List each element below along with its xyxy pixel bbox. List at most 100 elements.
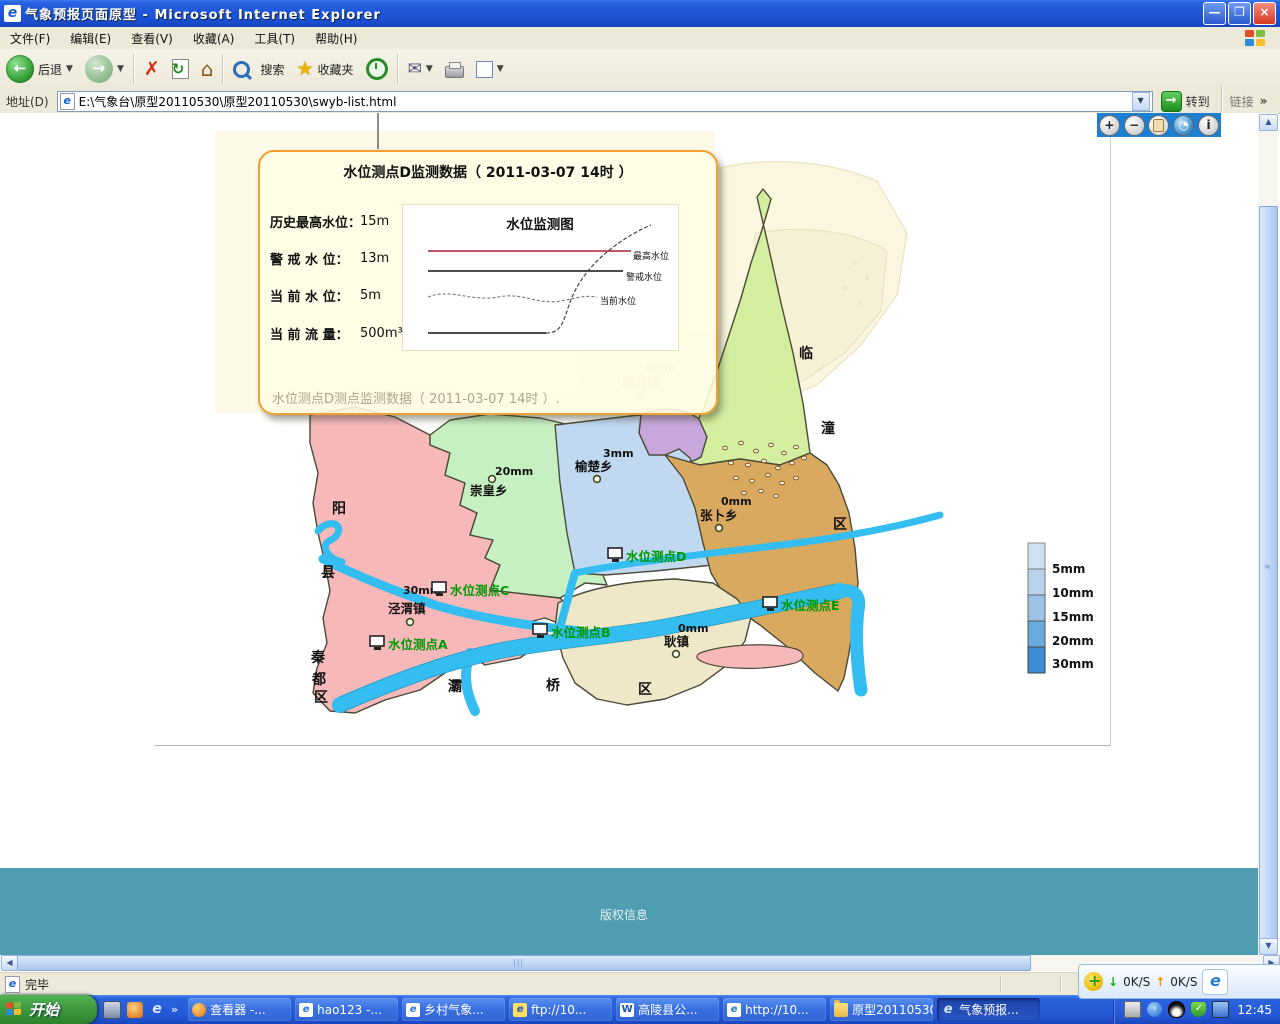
svg-text:耿镇: 耿镇 <box>664 634 690 649</box>
quick-launch: e » <box>97 1001 184 1019</box>
back-button[interactable]: ← 后退 ▼ <box>0 52 79 86</box>
quick-launch-ie-icon[interactable]: e <box>149 1002 165 1018</box>
ie-window: e 气象预报页面原型 - Microsoft Internet Explorer… <box>0 0 1280 1024</box>
pan-icon[interactable] <box>1148 115 1169 136</box>
history-button[interactable] <box>360 52 394 86</box>
forward-dropdown-icon[interactable]: ▼ <box>117 64 124 74</box>
clock[interactable]: 12:45 <box>1237 1003 1272 1017</box>
collapse-tray-icon[interactable]: ‹ <box>1147 1002 1162 1017</box>
network-tray-icon[interactable] <box>1212 1001 1229 1018</box>
legend-label: 5mm <box>1052 562 1085 576</box>
favorites-button[interactable]: ★ 收藏夹 <box>291 52 360 86</box>
task-http[interactable]: e http://10... <box>723 998 826 1021</box>
task-viewer[interactable]: 查看器 -... <box>188 998 291 1021</box>
menu-tools[interactable]: 工具(T) <box>244 30 305 47</box>
360-safe-icon[interactable] <box>1084 972 1103 991</box>
warning-level-label: 警戒水位 <box>626 271 662 283</box>
zoom-in-icon[interactable]: + <box>1099 115 1120 136</box>
task-weather-forecast-active[interactable]: e 气象预报... <box>937 998 1040 1021</box>
start-button[interactable]: 开始 <box>0 995 97 1024</box>
menu-help[interactable]: 帮助(H) <box>305 30 367 47</box>
window-title: 气象预报页面原型 - Microsoft Internet Explorer <box>25 4 381 23</box>
page-icon: e <box>60 93 75 110</box>
task-gaoling-doc[interactable]: W 高陵县公... <box>616 998 719 1021</box>
home-icon: ⌂ <box>201 57 214 81</box>
svg-text:水位测点C: 水位测点C <box>450 583 509 598</box>
vertical-scroll-thumb[interactable]: ≡ <box>1259 206 1278 940</box>
close-button[interactable]: × <box>1253 2 1276 25</box>
restore-button[interactable]: ❐ <box>1228 2 1251 25</box>
scroll-left-icon[interactable]: ◀ <box>1 955 18 971</box>
search-label: 搜索 <box>260 61 284 78</box>
download-arrow-icon: ↓ <box>1108 975 1118 989</box>
ie-doc-icon: e <box>727 1003 741 1017</box>
task-ftp[interactable]: e ftp://10... <box>509 998 612 1021</box>
scroll-down-icon[interactable]: ▼ <box>1259 938 1278 955</box>
field-value-warning: 13m <box>360 251 389 266</box>
mail-button[interactable]: ✉ ▼ <box>402 52 439 86</box>
task-folder-prototype[interactable]: 原型20110530 <box>830 998 933 1021</box>
links-label[interactable]: 链接 <box>1226 93 1258 110</box>
home-button[interactable]: ⌂ <box>195 52 220 86</box>
district-char: 区 <box>314 690 328 706</box>
status-page-icon: e <box>5 976 20 993</box>
quick-launch-app-icon[interactable] <box>127 1002 143 1018</box>
quick-launch-device-icon[interactable] <box>103 1001 121 1019</box>
refresh-button[interactable]: ↻ <box>166 52 195 86</box>
district-char: 都 <box>311 672 326 688</box>
menu-view[interactable]: 查看(V) <box>121 30 183 47</box>
zoom-out-icon[interactable]: − <box>1124 115 1145 136</box>
water-level-chart: 水位监测图 最高水位 警戒水位 当前水位 <box>402 204 679 351</box>
ie-shortcut-icon[interactable]: e <box>1202 969 1228 995</box>
horizontal-scroll-thumb[interactable]: ||| <box>17 955 1031 971</box>
go-button[interactable]: → 转到 <box>1153 91 1218 112</box>
taskbar: 开始 e » 查看器 -... e hao123 -... e 乡村气象... … <box>0 995 1280 1024</box>
ie-doc-icon: e <box>406 1003 420 1017</box>
task-rural-weather[interactable]: e 乡村气象... <box>402 998 505 1021</box>
district-char: 阳 <box>332 501 346 517</box>
vertical-scrollbar[interactable]: ▲ ≡ ▼ <box>1258 113 1278 955</box>
address-label: 地址(D) <box>0 93 57 110</box>
back-icon: ← <box>6 55 34 83</box>
keyboard-tray-icon[interactable] <box>1124 1001 1141 1018</box>
popup-title: 水位测点D监测数据（ 2011-03-07 14时 ） <box>260 162 716 182</box>
page-map-area: 阳 县 秦 都 区 临 潼 区 灞 桥 区 20mm <box>155 113 1111 746</box>
start-label: 开始 <box>29 999 59 1020</box>
svg-text:水位测点B: 水位测点B <box>551 625 611 640</box>
links-chevron-icon[interactable]: » <box>1258 94 1274 108</box>
district-char: 灞 <box>448 678 462 695</box>
folder-icon <box>834 1003 848 1017</box>
menu-file[interactable]: 文件(F) <box>0 30 60 47</box>
edit-icon <box>476 61 493 78</box>
print-button[interactable] <box>439 52 470 86</box>
search-button[interactable]: 搜索 <box>227 52 290 86</box>
full-extent-icon[interactable]: ◔ <box>1173 115 1194 136</box>
task-hao123[interactable]: e hao123 -... <box>295 998 398 1021</box>
minimize-button[interactable]: — <box>1203 2 1226 25</box>
stop-button[interactable]: ✗ <box>138 52 166 86</box>
copyright-text: 版权信息 <box>600 906 648 923</box>
info-icon[interactable]: i <box>1198 115 1219 136</box>
mail-dropdown-icon[interactable]: ▼ <box>426 64 433 74</box>
scroll-up-icon[interactable]: ▲ <box>1259 114 1278 131</box>
back-dropdown-icon[interactable]: ▼ <box>66 64 73 74</box>
address-input[interactable]: e E:\气象台\原型20110530\原型20110530\swyb-list… <box>57 91 1153 112</box>
menu-edit[interactable]: 编辑(E) <box>60 30 121 47</box>
field-value-history-max: 15m <box>360 214 389 229</box>
addr-separator <box>1221 86 1223 116</box>
favorites-label: 收藏夹 <box>318 61 354 78</box>
edit-button[interactable]: ▼ <box>470 52 510 86</box>
stop-icon: ✗ <box>144 58 160 80</box>
district-char: 区 <box>833 517 847 533</box>
security-shield-icon[interactable]: ✓ <box>1191 1002 1206 1017</box>
net-speed-widget[interactable]: ↓ 0K/S ↑ 0K/S e <box>1078 964 1280 999</box>
menu-favorites[interactable]: 收藏(A) <box>183 30 245 47</box>
refresh-icon: ↻ <box>172 59 189 79</box>
upload-speed: 0K/S <box>1170 975 1197 989</box>
quick-launch-chevron-icon[interactable]: » <box>171 1003 178 1016</box>
forward-button[interactable]: → ▼ <box>79 52 130 86</box>
field-label-current-flow: 当 前 流 量： <box>270 324 349 343</box>
edit-dropdown-icon[interactable]: ▼ <box>497 64 504 74</box>
qq-tray-icon[interactable] <box>1168 1001 1185 1018</box>
address-dropdown-icon[interactable]: ▼ <box>1132 92 1150 111</box>
